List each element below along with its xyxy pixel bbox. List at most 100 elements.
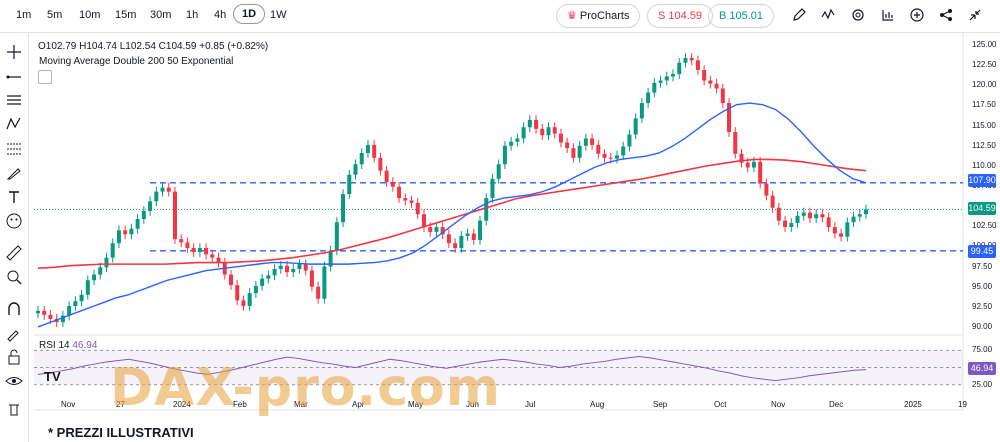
candle-body [390, 181, 395, 187]
candle-body [826, 217, 831, 228]
candle-body [116, 230, 121, 244]
time-tick: 2025 [904, 400, 922, 409]
candle-body [801, 212, 806, 216]
candle-body [515, 138, 520, 142]
candle-body [534, 119, 539, 129]
collapse-legend-icon[interactable] [38, 70, 52, 84]
candle-body [845, 222, 850, 237]
candle-body [453, 243, 458, 249]
tradingview-logo: TV [44, 369, 61, 384]
candle-body [409, 200, 414, 203]
candle-body [783, 220, 788, 228]
candle-body [558, 133, 563, 143]
rsi-tick: 25.00 [972, 379, 993, 389]
candle-body [73, 301, 78, 307]
price-tick: 115.00 [972, 120, 996, 130]
candle-body [365, 144, 370, 153]
candle-body [297, 264, 302, 269]
candle-body [154, 191, 159, 202]
candle-body [303, 264, 308, 271]
candle-body [421, 214, 426, 228]
moving-average-legend[interactable]: Moving Average Double 200 50 Exponential [39, 56, 233, 67]
candle-body [733, 132, 738, 154]
candle-body [583, 138, 588, 146]
candle-body [384, 170, 389, 182]
candle-body [79, 294, 84, 302]
candle-body [714, 83, 719, 89]
candle-body [471, 233, 476, 240]
level-lower-tag: 99.45 [968, 245, 996, 258]
candle-body [316, 286, 321, 299]
candle-body [322, 266, 327, 299]
candle-body [353, 164, 358, 175]
candle-body [795, 215, 800, 224]
time-tick: Jul [525, 400, 536, 409]
rsi-legend[interactable]: RSI 14 46.94 [39, 340, 97, 351]
candle-body [428, 227, 433, 232]
time-tick: Nov [61, 400, 76, 409]
candle-body [702, 70, 707, 81]
candle-body [197, 248, 202, 253]
candle-body [708, 80, 713, 84]
candle-body [341, 194, 346, 223]
candle-body [191, 248, 196, 253]
candle-body [496, 164, 501, 179]
price-tick: 92.50 [972, 301, 993, 311]
candle-body [832, 227, 837, 234]
candle-body [334, 222, 339, 251]
time-tick: Dec [829, 400, 844, 409]
candle-body [166, 187, 171, 192]
price-tick: 110.00 [972, 160, 996, 170]
rsi-current-tag: 46.94 [968, 362, 996, 375]
time-tick: Nov [771, 400, 786, 409]
candle-body [98, 267, 103, 275]
price-tick: 120.00 [972, 80, 997, 90]
candle-body [478, 220, 483, 240]
candle-body [247, 293, 252, 307]
candle-body [590, 138, 595, 145]
candle-body [465, 233, 470, 236]
candle-body [490, 178, 495, 199]
candle-body [266, 275, 271, 279]
ohlc-legend: O102.79 H104.74 L102.54 C104.59 +0.85 (+… [38, 41, 269, 52]
candle-body [646, 92, 651, 104]
candle-body [577, 145, 582, 158]
time-tick: 19 [958, 400, 967, 409]
candle-body [241, 300, 246, 307]
candle-body [764, 183, 769, 196]
candlesticks [36, 53, 868, 327]
candle-body [671, 74, 676, 77]
candle-body [857, 214, 862, 217]
candle-body [253, 285, 258, 294]
price-tick: 102.50 [972, 221, 997, 231]
candle-body [291, 268, 296, 273]
candle-body [459, 235, 464, 249]
candle-body [540, 128, 545, 136]
level-upper-tag: 107.90 [968, 174, 996, 187]
candle-body [683, 57, 688, 63]
candle-body [110, 243, 115, 258]
candle-body [42, 310, 47, 315]
candle-body [633, 118, 638, 135]
candle-body [204, 248, 209, 255]
candle-body [179, 239, 184, 243]
candle-body [285, 265, 290, 273]
candle-body [639, 103, 644, 119]
candle-body [235, 285, 240, 301]
candle-body [552, 127, 557, 134]
candle-body [770, 195, 775, 208]
candle-body [148, 201, 153, 211]
candle-body [652, 82, 657, 93]
candle-body [434, 227, 439, 232]
candle-body [372, 144, 377, 158]
candle-body [621, 146, 626, 156]
candle-body [210, 254, 215, 258]
candle-body [260, 278, 265, 286]
candle-body [502, 145, 507, 165]
candle-body [129, 228, 134, 235]
candle-body [596, 144, 601, 154]
candle-body [527, 119, 532, 128]
candle-body [565, 142, 570, 149]
candle-body [509, 141, 514, 146]
candle-body [546, 127, 551, 136]
